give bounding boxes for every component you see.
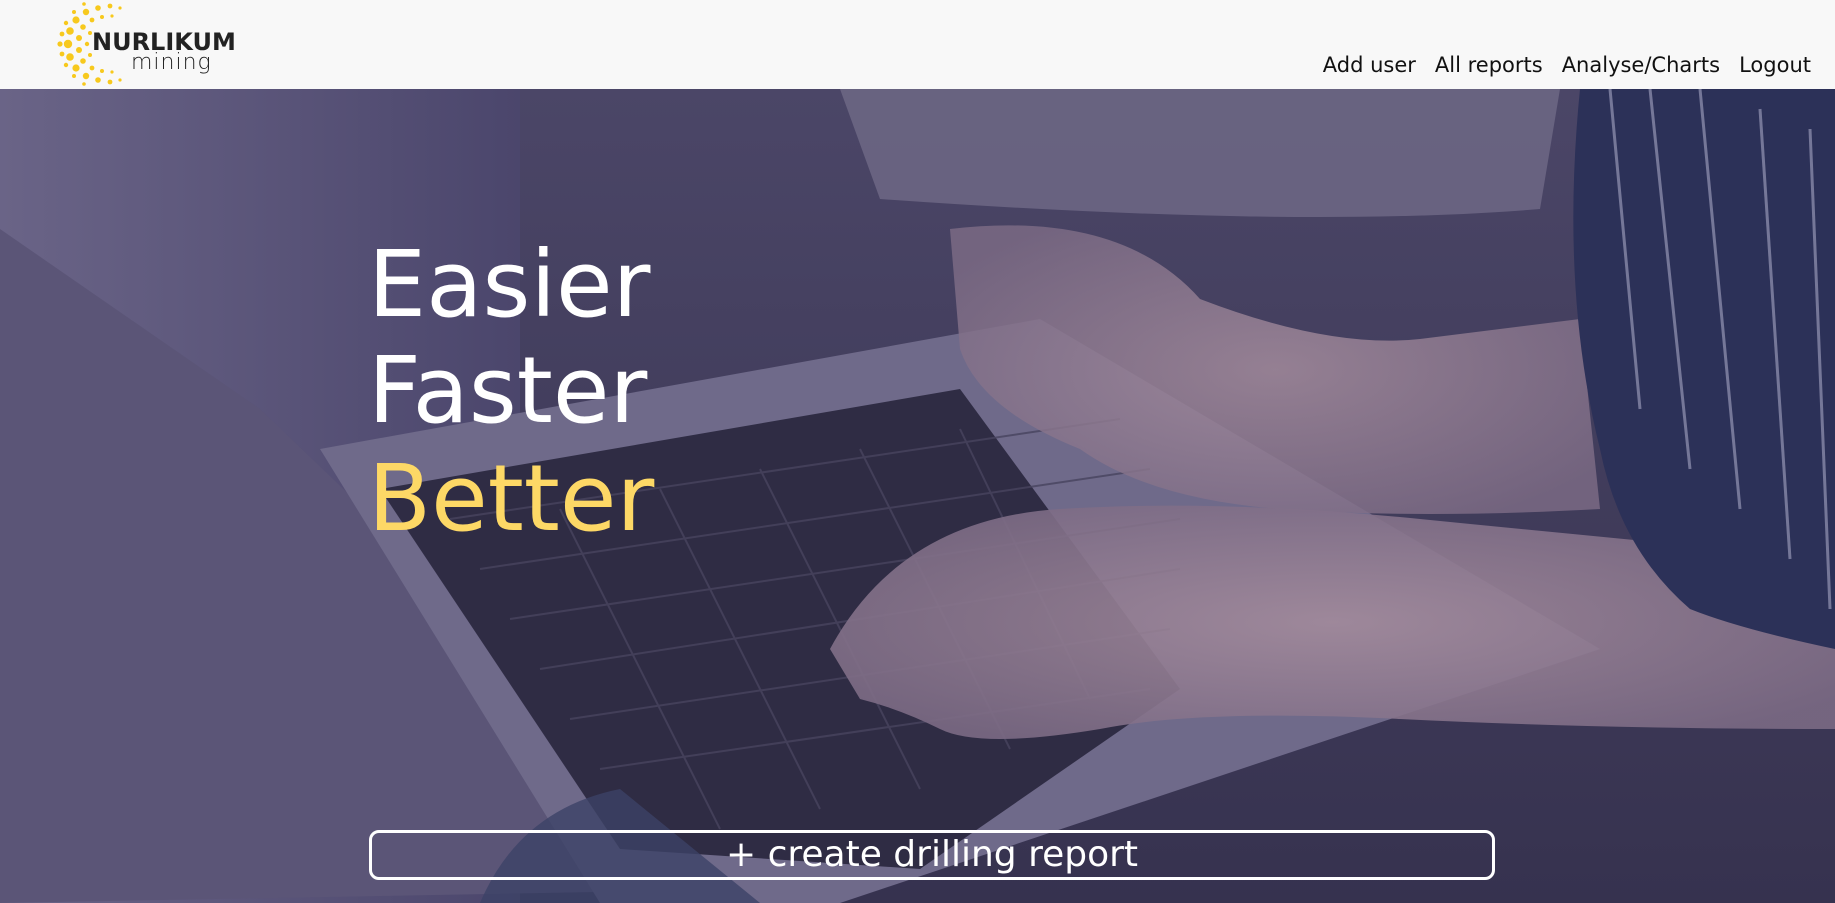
create-drilling-report-button[interactable]: + create drilling report: [369, 830, 1495, 880]
hero-background-image: [0, 89, 1835, 903]
headline-easier: Easier: [368, 231, 651, 338]
headline-faster: Faster: [368, 337, 648, 444]
top-header: NURLIKUM mining Add user All reports Ana…: [0, 0, 1835, 89]
nav-analyse-charts[interactable]: Analyse/Charts: [1562, 53, 1720, 77]
logo-wordmark-mining: mining: [131, 50, 212, 75]
nav-all-reports[interactable]: All reports: [1435, 53, 1543, 77]
main-nav: Add user All reports Analyse/Charts Logo…: [1323, 53, 1811, 77]
hero-section: Easier Faster Better + create drilling r…: [0, 89, 1835, 903]
nav-logout[interactable]: Logout: [1739, 53, 1811, 77]
nav-add-user[interactable]: Add user: [1323, 53, 1416, 77]
nurlikum-mining-logo[interactable]: NURLIKUM mining: [54, 0, 244, 89]
headline-better: Better: [368, 445, 655, 552]
